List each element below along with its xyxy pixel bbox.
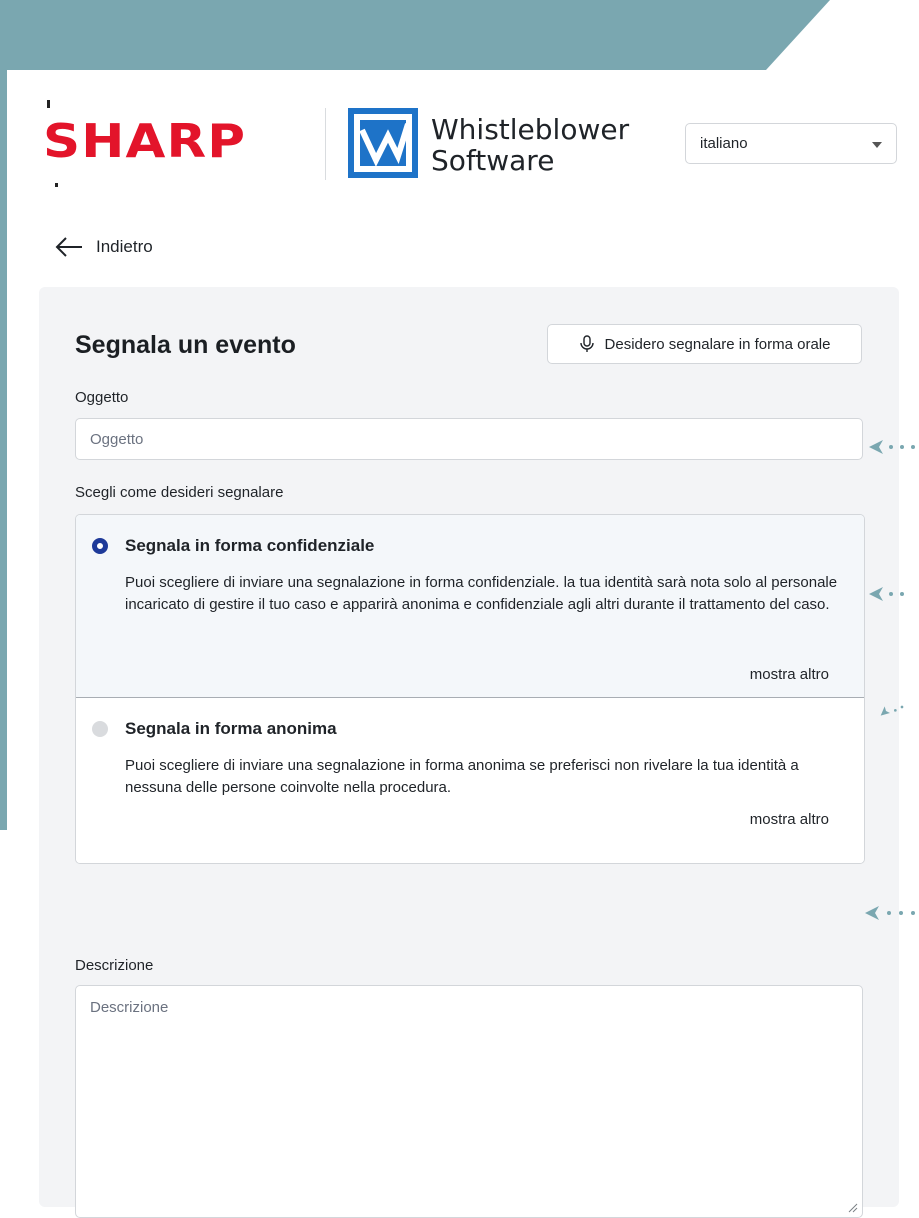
radio-unselected[interactable] [92, 721, 108, 737]
option-title: Segnala in forma confidenziale [125, 536, 375, 555]
form-title: Segnala un evento [75, 331, 296, 359]
language-select-value: italiano [700, 135, 748, 152]
pointer-arrow-icon [880, 705, 904, 716]
oral-report-button[interactable]: Desidero segnalare in forma orale [547, 324, 862, 364]
logo-mark [47, 100, 50, 108]
show-more-link[interactable]: mostra altro [750, 811, 829, 828]
logo-divider [325, 108, 326, 180]
header-banner [0, 0, 830, 70]
chevron-down-icon [872, 142, 882, 148]
whistleblower-logo-icon [348, 108, 418, 178]
radio-selected[interactable] [92, 538, 108, 554]
pointer-arrow-icon [869, 440, 915, 454]
subject-input[interactable]: Oggetto [75, 418, 863, 460]
microphone-icon [579, 335, 594, 352]
back-link-label: Indietro [96, 237, 153, 256]
sharp-logo: SHARP [43, 114, 247, 168]
option-anonymous[interactable]: Segnala in forma anonima Puoi scegliere … [76, 698, 864, 863]
oral-report-button-label: Desidero segnalare in forma orale [604, 335, 831, 353]
pointer-arrow-icon [869, 587, 904, 601]
option-confidential[interactable]: Segnala in forma confidenziale Puoi sceg… [76, 515, 864, 698]
resize-handle-icon[interactable] [848, 1203, 858, 1213]
report-page: SHARP Whistleblower Software italiano In… [7, 70, 919, 1218]
description-textarea[interactable]: Descrizione [75, 985, 863, 1218]
report-form: Segnala un evento Desidero segnalare in … [39, 287, 899, 1218]
product-name-line2: Software [431, 144, 555, 177]
description-label: Descrizione [75, 957, 154, 974]
language-select[interactable]: italiano [685, 123, 897, 164]
arrow-left-icon [55, 237, 82, 257]
subject-placeholder: Oggetto [90, 431, 144, 448]
option-description: Puoi scegliere di inviare una segnalazio… [125, 757, 799, 796]
description-placeholder: Descrizione [90, 999, 169, 1016]
option-title: Segnala in forma anonima [125, 719, 337, 738]
report-mode-radio-group: Segnala in forma confidenziale Puoi sceg… [75, 514, 865, 864]
report-mode-label: Scegli come desideri segnalare [75, 484, 284, 501]
product-name-line1: Whistleblower [431, 113, 630, 146]
product-name: Whistleblower Software [431, 114, 629, 176]
side-accent-bar [0, 70, 7, 830]
subject-label: Oggetto [75, 389, 129, 406]
show-more-link[interactable]: mostra altro [750, 666, 829, 683]
option-description: Puoi scegliere di inviare una segnalazio… [125, 574, 838, 613]
pointer-arrow-icon [865, 906, 915, 920]
logo-mark [55, 183, 58, 187]
back-link[interactable]: Indietro [55, 235, 153, 259]
